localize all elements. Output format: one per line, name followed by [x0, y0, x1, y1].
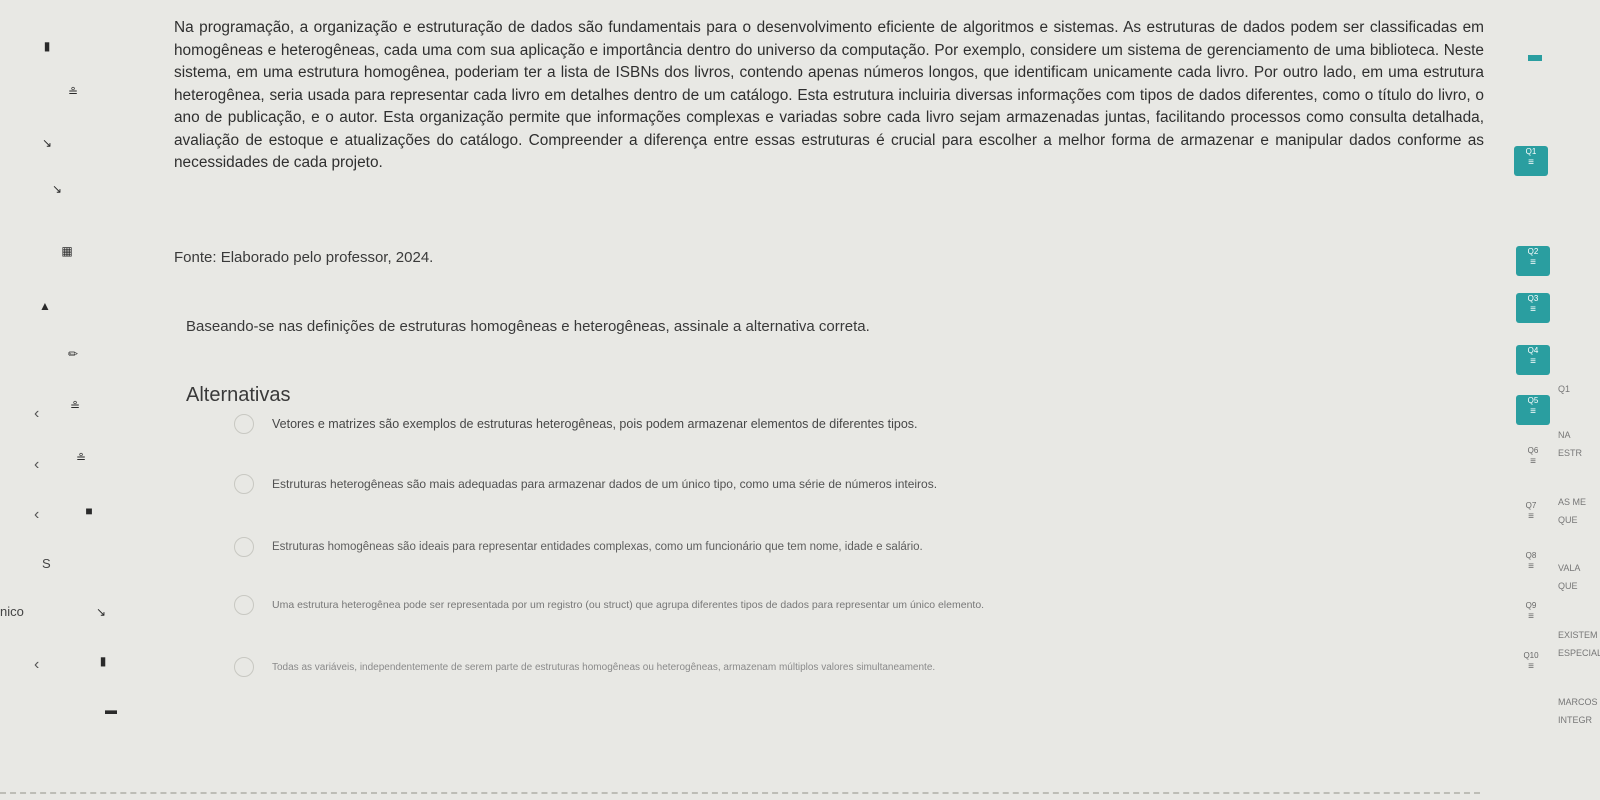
stack-icon[interactable]: ▬	[104, 703, 118, 717]
list-icon: ≡	[1528, 511, 1534, 522]
question-context-paragraph: Na programação, a organização e estrutur…	[174, 19, 1484, 171]
book-icon[interactable]: ▮	[96, 654, 110, 668]
arrow-icon[interactable]: ↘	[94, 605, 108, 619]
question-nav-button[interactable]: Q9 ≡	[1514, 600, 1548, 630]
list-icon: ≡	[1530, 356, 1536, 367]
alternative-option-d[interactable]: Uma estrutura heterogênea pode ser repre…	[234, 586, 1234, 624]
question-number: Q1	[1525, 147, 1537, 156]
question-nav-button[interactable]: Q5 ≡	[1516, 395, 1550, 425]
question-preview-label: MARCOS	[1558, 697, 1598, 707]
question-nav-button[interactable]: Q3 ≡	[1516, 293, 1550, 323]
monitor-icon[interactable]: ■	[82, 504, 96, 518]
pencil-icon[interactable]: ✏	[66, 347, 80, 361]
checklist-icon[interactable]: ≗	[68, 399, 82, 413]
question-number: Q4	[1527, 346, 1539, 355]
question-nav-button[interactable]: Q7 ≡	[1514, 500, 1548, 530]
list-icon: ≡	[1530, 304, 1536, 315]
source-citation: Fonte: Elaborado pelo professor, 2024.	[174, 249, 434, 266]
page: ▮ ≗ ↘ ↘ ▦ ▲ ✏ ‹ ≗ ‹ ≗ ‹ ■ S nico ↘ ‹ ▮ ▬…	[0, 0, 1600, 800]
bank-icon[interactable]: ▲	[38, 299, 52, 313]
question-navigator: Q1 ≡ Q2 ≡ Q3 ≡ Q4 ≡ Q5 ≡ Q6 ≡ Q7 ≡ Q8 ≡	[1500, 0, 1600, 800]
question-preview-label: AS ME	[1558, 497, 1587, 507]
option-text: Vetores e matrizes são exemplos de estru…	[272, 417, 918, 431]
question-statement: Baseando-se nas definições de estruturas…	[186, 318, 870, 335]
checklist-icon[interactable]: ≗	[66, 85, 80, 99]
question-nav-button[interactable]: Q2 ≡	[1516, 246, 1550, 276]
alternative-option-a[interactable]: Vetores e matrizes são exemplos de estru…	[234, 405, 1234, 443]
question-number: Q7	[1525, 501, 1537, 510]
question-number: Q6	[1527, 446, 1539, 455]
flag-icon[interactable]: ▮	[40, 39, 54, 53]
alternatives-heading: Alternativas	[186, 384, 291, 406]
chevron-left-icon[interactable]: ‹	[34, 656, 39, 674]
question-number: Q10	[1523, 651, 1539, 660]
question-number: Q9	[1525, 601, 1537, 610]
list-icon: ≡	[1528, 157, 1534, 168]
question-nav-button[interactable]: Q1 ≡	[1514, 146, 1548, 176]
list-icon: ≡	[1530, 257, 1536, 268]
question-number: Q3	[1527, 294, 1539, 303]
question-nav-button[interactable]: Q8 ≡	[1514, 550, 1548, 580]
divider	[0, 792, 1480, 794]
option-text: Estruturas heterogêneas são mais adequad…	[272, 477, 938, 491]
question-number: Q8	[1525, 551, 1537, 560]
question-preview-label: Q1	[1558, 384, 1571, 394]
question-preview-label: NA	[1558, 430, 1571, 440]
question-nav-button[interactable]: Q10 ≡	[1514, 650, 1548, 680]
question-preview-label: ESTR	[1558, 448, 1583, 458]
radio-button[interactable]	[234, 537, 254, 557]
radio-button[interactable]	[234, 474, 254, 494]
list-icon: ≡	[1528, 561, 1534, 572]
option-text: Todas as variáveis, independentemente de…	[272, 661, 936, 673]
list-icon: ≡	[1530, 406, 1536, 417]
question-nav-button[interactable]: Q4 ≡	[1516, 345, 1550, 375]
option-text: Uma estrutura heterogênea pode ser repre…	[272, 599, 985, 611]
chevron-left-icon[interactable]: ‹	[34, 405, 39, 423]
progress-marker	[1528, 55, 1542, 61]
checklist-icon[interactable]: ≗	[74, 451, 88, 465]
calendar-icon[interactable]: ▦	[60, 244, 74, 258]
question-preview-label: INTEGR	[1558, 715, 1593, 725]
question-preview-label: VALA	[1558, 563, 1581, 573]
question-number: Q2	[1527, 247, 1539, 256]
alternative-option-e[interactable]: Todas as variáveis, independentemente de…	[234, 648, 1234, 686]
chevron-left-icon[interactable]: ‹	[34, 506, 39, 524]
arrow-icon[interactable]: ↘	[40, 136, 54, 150]
dollar-icon[interactable]: S	[42, 556, 51, 571]
alternative-option-c[interactable]: Estruturas homogêneas são ideais para re…	[234, 528, 1234, 566]
question-number: Q5	[1527, 396, 1539, 405]
chevron-left-icon[interactable]: ‹	[34, 456, 39, 474]
list-icon: ≡	[1530, 456, 1536, 467]
radio-button[interactable]	[234, 657, 254, 677]
sidebar-item-label[interactable]: nico	[0, 604, 24, 619]
question-preview-label: QUE	[1558, 515, 1578, 525]
left-sidebar: ▮ ≗ ↘ ↘ ▦ ▲ ✏ ‹ ≗ ‹ ≗ ‹ ■ S nico ↘ ‹ ▮ ▬	[0, 0, 160, 800]
radio-button[interactable]	[234, 414, 254, 434]
question-preview-label: QUE	[1558, 581, 1578, 591]
radio-button[interactable]	[234, 595, 254, 615]
question-preview-label: EXISTEM	[1558, 630, 1598, 640]
question-nav-button[interactable]: Q6 ≡	[1516, 445, 1550, 475]
question-preview-label: ESPECIAL	[1558, 648, 1600, 658]
list-icon: ≡	[1528, 611, 1534, 622]
option-text: Estruturas homogêneas são ideais para re…	[272, 541, 923, 553]
list-icon: ≡	[1528, 661, 1534, 672]
arrow-icon[interactable]: ↘	[50, 182, 64, 196]
alternative-option-b[interactable]: Estruturas heterogêneas são mais adequad…	[234, 465, 1234, 503]
